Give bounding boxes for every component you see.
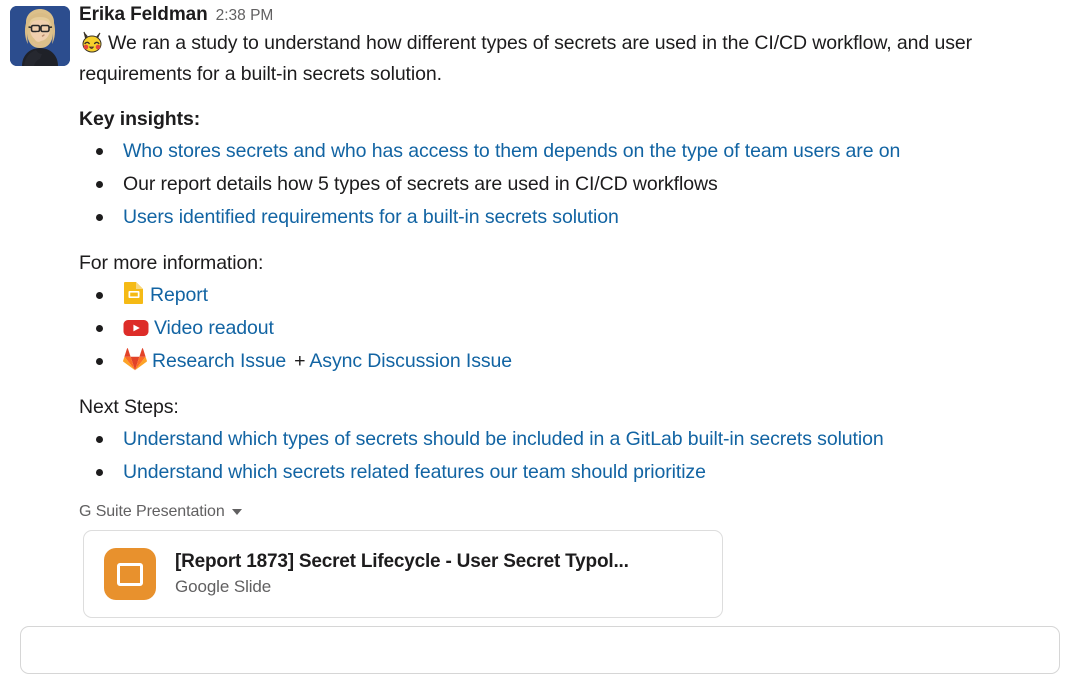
google-slides-file-icon [104, 548, 156, 600]
section-heading-next-steps: Next Steps: [79, 396, 179, 418]
section-heading-more-information: For more information: [79, 252, 264, 274]
list-item: Understand which secrets related feature… [79, 456, 1072, 489]
attachment-type-label: G Suite Presentation [79, 503, 225, 520]
list-item: Who stores secrets and who has access to… [79, 135, 1072, 168]
attachment-card[interactable]: [Report 1873] Secret Lifecycle - User Se… [83, 530, 723, 618]
avatar[interactable] [10, 6, 70, 66]
message-timestamp[interactable]: 2:38 PM [216, 5, 274, 27]
bullet-icon [96, 469, 103, 476]
message-body: Erika Feldman 2:38 PM We ran a study to … [79, 4, 1072, 618]
async-discussion-issue-link[interactable]: Async Discussion Issue [309, 350, 512, 372]
list-item: Video readout [79, 312, 1072, 345]
slack-message: Erika Feldman 2:38 PM We ran a study to … [0, 0, 1080, 674]
list-next-steps: Understand which types of secrets should… [79, 423, 1072, 489]
list-item: Report [79, 279, 1072, 312]
list-more-information: Report Video readout Research Issue + As… [79, 279, 1072, 378]
research-issue-link[interactable]: Research Issue [152, 350, 286, 372]
author-name[interactable]: Erika Feldman [79, 4, 208, 26]
slide-glyph [117, 562, 143, 586]
list-item: Understand which types of secrets should… [79, 423, 1072, 456]
report-link[interactable]: Report [150, 284, 208, 306]
attachment-title[interactable]: [Report 1873] Secret Lifecycle - User Se… [175, 549, 629, 575]
attachment-type-toggle[interactable]: G Suite Presentation [79, 503, 1072, 521]
link-separator: + [294, 350, 306, 372]
gitlab-icon [123, 348, 147, 371]
pikachu-emoji [79, 30, 105, 54]
list-item: Research Issue + Async Discussion Issue [79, 345, 1072, 378]
bullet-icon [96, 358, 103, 365]
attachment-section: G Suite Presentation [Report 1873] Secre… [79, 503, 1072, 618]
list-item: Our report details how 5 types of secret… [79, 168, 1072, 201]
bullet-icon [96, 181, 103, 188]
insight-link-1[interactable]: Who stores secrets and who has access to… [123, 140, 900, 162]
message-header: Erika Feldman 2:38 PM [79, 4, 1072, 27]
section-heading-key-insights: Key insights: [79, 108, 201, 130]
bullet-icon [96, 325, 103, 332]
bullet-icon [96, 436, 103, 443]
bullet-icon [96, 292, 103, 299]
list-key-insights: Who stores secrets and who has access to… [79, 135, 1072, 234]
bullet-icon [96, 214, 103, 221]
video-readout-link[interactable]: Video readout [154, 317, 274, 339]
attachment-subtitle: Google Slide [175, 577, 272, 596]
message-intro-paragraph: We ran a study to understand how differe… [79, 28, 1072, 90]
next-step-link-2[interactable]: Understand which secrets related feature… [123, 461, 706, 483]
message-composer[interactable] [20, 626, 1060, 674]
insight-text-2: Our report details how 5 types of secret… [123, 173, 718, 195]
chevron-down-icon[interactable] [231, 509, 242, 515]
intro-text: We ran a study to understand how differe… [79, 32, 972, 85]
next-step-link-1[interactable]: Understand which types of secrets should… [123, 428, 884, 450]
google-slides-icon [123, 281, 145, 305]
youtube-icon [123, 318, 149, 338]
bullet-icon [96, 148, 103, 155]
attachment-text: [Report 1873] Secret Lifecycle - User Se… [175, 549, 629, 599]
list-item: Users identified requirements for a buil… [79, 201, 1072, 234]
insight-link-3[interactable]: Users identified requirements for a buil… [123, 206, 619, 228]
